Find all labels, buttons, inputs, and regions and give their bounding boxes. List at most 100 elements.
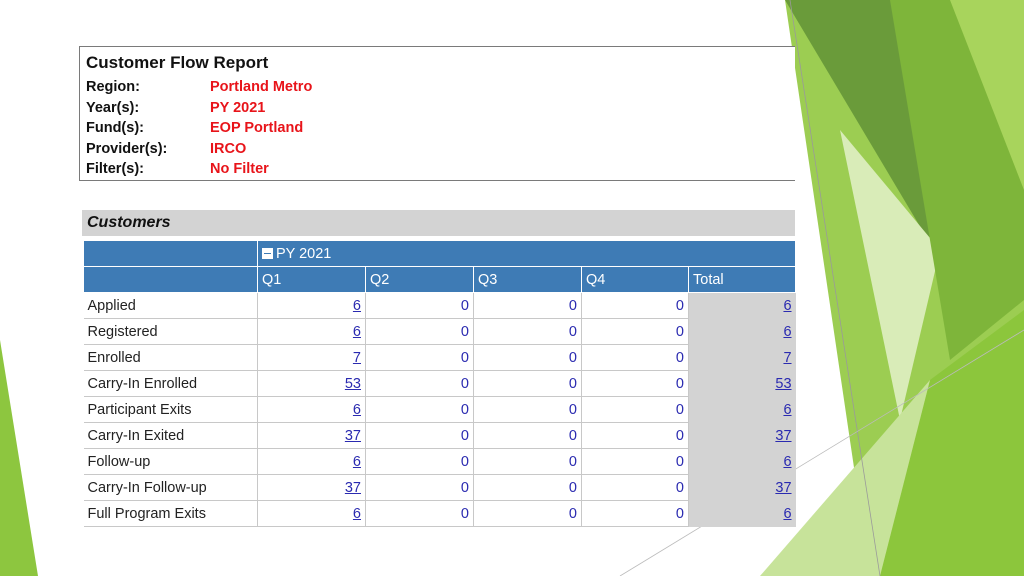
total-link[interactable]: 7 <box>783 350 791 366</box>
row-label: Participant Exits <box>83 396 258 423</box>
value-cell: 0 <box>365 422 474 449</box>
value-link[interactable]: 6 <box>353 454 361 470</box>
value-text: 0 <box>568 505 577 522</box>
value-text: 0 <box>568 375 577 392</box>
value-text: 0 <box>568 297 577 314</box>
column-header-q3: Q3 <box>473 266 582 293</box>
value-text: 0 <box>675 401 684 418</box>
value-text: 0 <box>460 505 469 522</box>
total-link[interactable]: 6 <box>783 324 791 340</box>
value-cell: 0 <box>473 344 582 371</box>
value-link[interactable]: 37 <box>345 428 361 444</box>
value-text: 0 <box>675 479 684 496</box>
total-link[interactable]: 6 <box>783 454 791 470</box>
value-cell: 0 <box>473 474 582 501</box>
row-label: Full Program Exits <box>83 500 258 527</box>
value-text: 0 <box>568 479 577 496</box>
value-cell: 0 <box>581 370 689 397</box>
value-cell: 0 <box>365 474 474 501</box>
total-link[interactable]: 6 <box>783 506 791 522</box>
row-label: Registered <box>83 318 258 345</box>
header-blank-cell <box>83 266 258 293</box>
value-cell: 6 <box>257 500 366 527</box>
value-cell: 0 <box>365 344 474 371</box>
value-cell: 0 <box>473 448 582 475</box>
value-cell: 37 <box>257 422 366 449</box>
value-cell: 6 <box>257 318 366 345</box>
value-link[interactable]: 6 <box>353 298 361 314</box>
collapse-toggle-icon[interactable] <box>262 248 273 260</box>
total-cell: 6 <box>688 292 796 319</box>
total-cell: 6 <box>688 396 796 423</box>
value-text: 0 <box>460 453 469 470</box>
total-cell: 53 <box>688 370 796 397</box>
value-text: 0 <box>460 323 469 340</box>
table-row: Follow-up 6 0 0 0 6 <box>83 448 796 475</box>
value-cell: 7 <box>257 344 366 371</box>
value-cell: 6 <box>257 292 366 319</box>
total-cell: 6 <box>688 448 796 475</box>
value-cell: 0 <box>581 500 689 527</box>
row-label: Carry-In Follow-up <box>83 474 258 501</box>
value-text: 0 <box>460 427 469 444</box>
table-row: Enrolled 7 0 0 0 7 <box>83 344 796 371</box>
value-text: 0 <box>568 349 577 366</box>
value-cell: 0 <box>473 370 582 397</box>
table-row: Applied 6 0 0 0 6 <box>83 292 796 319</box>
value-link[interactable]: 53 <box>345 376 361 392</box>
report-header-panel: Customer Flow Report Region: Portland Me… <box>79 46 795 181</box>
total-cell: 7 <box>688 344 796 371</box>
total-link[interactable]: 6 <box>783 298 791 314</box>
total-link[interactable]: 37 <box>775 480 791 496</box>
value-cell: 0 <box>581 448 689 475</box>
value-text: 0 <box>568 427 577 444</box>
total-link[interactable]: 53 <box>775 376 791 392</box>
table-row: Full Program Exits 6 0 0 0 6 <box>83 500 796 527</box>
table-row: Carry-In Exited 37 0 0 0 37 <box>83 422 796 449</box>
value-link[interactable]: 6 <box>353 402 361 418</box>
value-text: 0 <box>675 375 684 392</box>
value-cell: 0 <box>365 396 474 423</box>
value-cell: 0 <box>581 344 689 371</box>
column-header-total: Total <box>687 266 797 293</box>
row-label: Applied <box>83 292 258 319</box>
value-cell: 0 <box>365 370 474 397</box>
header-blank-cell <box>83 240 258 267</box>
total-cell: 37 <box>688 422 796 449</box>
value-link[interactable]: 7 <box>353 350 361 366</box>
value-link[interactable]: 6 <box>353 506 361 522</box>
meta-value-funds: EOP Portland <box>210 120 304 136</box>
value-text: 0 <box>460 349 469 366</box>
value-text: 0 <box>675 323 684 340</box>
total-cell: 6 <box>688 318 796 345</box>
meta-label-providers: Provider(s): <box>86 141 168 157</box>
table-row: Registered 6 0 0 0 6 <box>83 318 796 345</box>
meta-value-providers: IRCO <box>210 141 247 157</box>
value-cell: 0 <box>473 422 582 449</box>
column-header-q2: Q2 <box>365 266 474 293</box>
total-link[interactable]: 37 <box>775 428 791 444</box>
value-cell: 0 <box>365 292 474 319</box>
value-text: 0 <box>568 401 577 418</box>
value-cell: 53 <box>257 370 366 397</box>
total-link[interactable]: 6 <box>783 402 791 418</box>
value-cell: 0 <box>581 318 689 345</box>
value-cell: 6 <box>257 396 366 423</box>
value-text: 0 <box>675 427 684 444</box>
value-cell: 0 <box>473 318 582 345</box>
value-text: 0 <box>675 297 684 314</box>
value-cell: 6 <box>257 448 366 475</box>
meta-label-years: Year(s): <box>86 100 140 116</box>
value-cell: 0 <box>365 448 474 475</box>
value-link[interactable]: 6 <box>353 324 361 340</box>
value-cell: 0 <box>581 422 689 449</box>
value-link[interactable]: 37 <box>345 480 361 496</box>
value-text: 0 <box>568 453 577 470</box>
row-label: Follow-up <box>83 448 258 475</box>
report-title: Customer Flow Report <box>86 53 269 72</box>
value-cell: 0 <box>581 292 689 319</box>
value-text: 0 <box>460 401 469 418</box>
meta-label-filters: Filter(s): <box>86 161 144 177</box>
meta-value-filters: No Filter <box>210 161 269 177</box>
row-label: Enrolled <box>83 344 258 371</box>
